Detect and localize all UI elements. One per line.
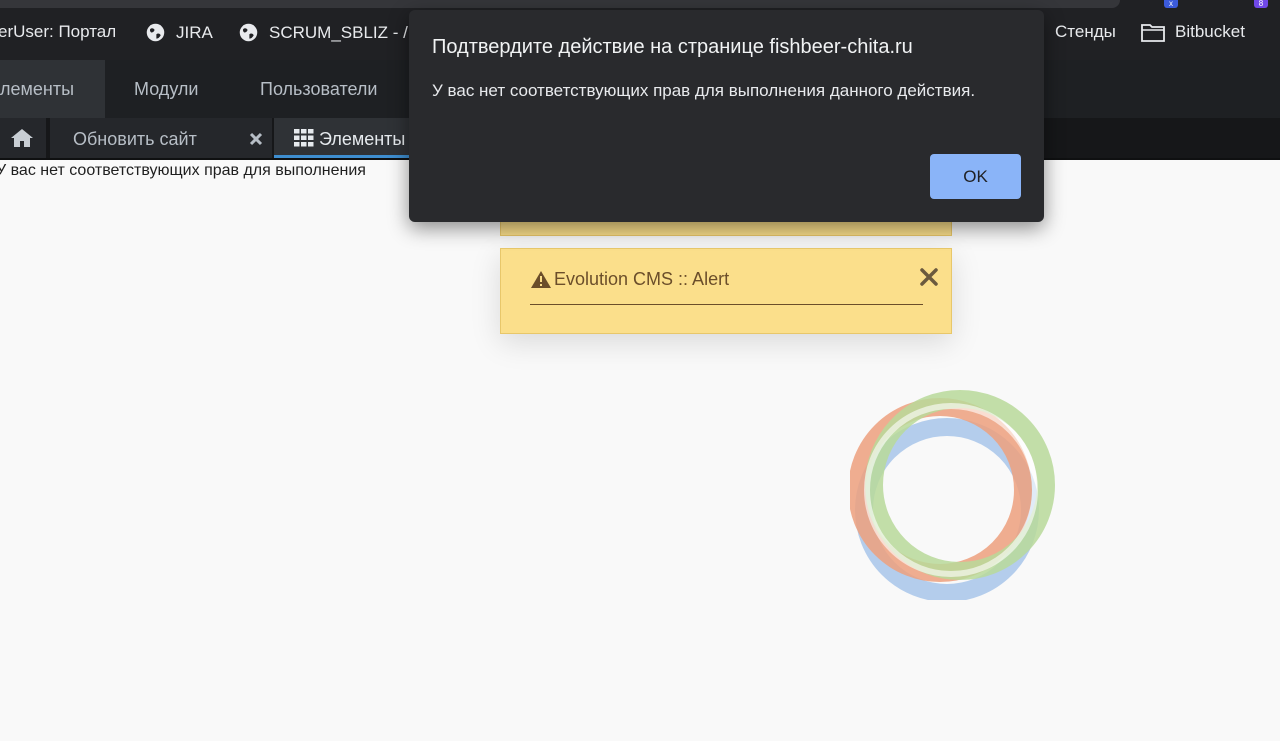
alert-title: Evolution CMS :: Alert	[530, 269, 729, 290]
bookmark-label: JIRA	[176, 22, 213, 42]
tab-home[interactable]	[0, 118, 46, 158]
tab-label: Обновить сайт	[73, 129, 197, 149]
bookmark-jira[interactable]: JIRA	[145, 22, 213, 43]
home-icon	[11, 129, 33, 147]
grid-icon	[294, 129, 314, 147]
menu-item-users[interactable]: Пользователи	[240, 60, 397, 118]
extension-badge-x[interactable]: x	[1164, 0, 1178, 8]
tab-label: Элементы	[319, 129, 406, 149]
bookmark-label: Bitbucket	[1175, 22, 1245, 41]
menu-item-elements[interactable]: лементы	[0, 60, 105, 118]
menu-item-label: Модули	[134, 79, 199, 99]
menu-item-label: Пользователи	[260, 79, 378, 99]
loading-spinner-icon	[850, 390, 1055, 600]
alert-title-text: Evolution CMS :: Alert	[554, 269, 730, 289]
bookmark-label: Стенды	[1055, 22, 1116, 41]
tab-strip	[0, 0, 1120, 8]
folder-icon	[1141, 23, 1165, 42]
page-message: У вас нет соответствующих прав для выпол…	[0, 162, 366, 179]
extension-badge-8[interactable]: 8	[1254, 0, 1268, 8]
bookmark-label: SCRUM_SBLIZ - /	[269, 22, 408, 42]
evolution-alert: Evolution CMS :: Alert	[500, 248, 952, 334]
ok-button[interactable]: OK	[930, 154, 1021, 199]
bookmark-label: erUser: Портал	[0, 22, 117, 41]
menu-item-label: лементы	[0, 79, 75, 99]
bookmark-stands[interactable]: Стенды	[1055, 22, 1116, 42]
close-icon[interactable]	[249, 132, 263, 146]
bookmark-portal[interactable]: erUser: Портал	[0, 22, 116, 42]
alert-divider	[530, 304, 923, 305]
close-icon[interactable]	[919, 267, 939, 287]
confirm-dialog: Подтвердите действие на странице fishbee…	[409, 10, 1044, 222]
menu-item-modules[interactable]: Модули	[114, 60, 218, 118]
globe-icon	[239, 23, 258, 42]
globe-icon	[146, 23, 165, 42]
bookmark-bitbucket[interactable]: Bitbucket	[1141, 22, 1245, 42]
dialog-title: Подтвердите действие на странице fishbee…	[432, 36, 913, 58]
tab-elements[interactable]: Элементы	[274, 118, 414, 158]
tab-refresh-site[interactable]: Обновить сайт	[50, 118, 272, 158]
dialog-message: У вас нет соответствующих прав для выпол…	[432, 81, 976, 100]
warning-icon	[531, 271, 551, 288]
bookmark-scrum[interactable]: SCRUM_SBLIZ - /	[238, 22, 408, 43]
